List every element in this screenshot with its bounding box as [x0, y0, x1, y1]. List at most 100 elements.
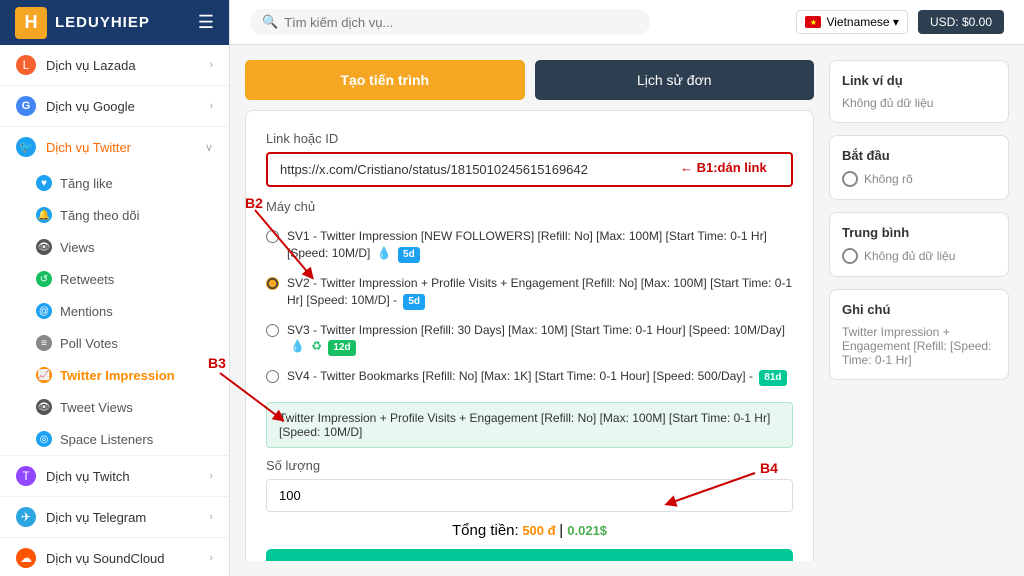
server-text-sv1: SV1 - Twitter Impression [NEW FOLLOWERS]…	[287, 228, 793, 263]
sub-item-poll-votes[interactable]: ≡ Poll Votes	[0, 327, 229, 359]
start-sub: Không rõ	[864, 172, 913, 186]
submit-button[interactable]: Tạo tiến trình	[266, 549, 793, 561]
link-example-sub: Không đủ dữ liệu	[842, 96, 996, 110]
note-card: Ghi chú Twitter Impression + Engagement …	[829, 289, 1009, 380]
space-icon: ◎	[36, 431, 52, 447]
sidebar-section-twitch: T Dịch vụ Twitch ›	[0, 456, 229, 497]
note-title: Ghi chú	[842, 302, 996, 317]
sidebar-label-soundcloud: Dịch vụ SoundCloud	[46, 551, 165, 566]
qty-input[interactable]	[266, 479, 793, 512]
server-option-sv3[interactable]: SV3 - Twitter Impression [Refill: 30 Day…	[266, 316, 793, 363]
main-content: 🔍 ★ Vietnamese ▾ USD: $0.00 Tạo tiến trì…	[230, 0, 1024, 576]
language-button[interactable]: ★ Vietnamese ▾	[796, 10, 908, 34]
server-option-sv1[interactable]: SV1 - Twitter Impression [NEW FOLLOWERS]…	[266, 222, 793, 269]
server-label: Máy chủ	[266, 199, 793, 214]
sub-label-tang-like: Tăng like	[60, 176, 113, 191]
total-usd: 0.021$	[567, 523, 607, 538]
server-radio-sv4[interactable]	[266, 370, 279, 383]
hamburger-menu[interactable]: ☰	[198, 12, 214, 33]
sidebar-label-lazada: Dịch vụ Lazada	[46, 58, 136, 73]
server-option-sv4[interactable]: SV4 - Twitter Bookmarks [Refill: No] [Ma…	[266, 362, 793, 392]
history-button[interactable]: Lịch sử đơn	[535, 60, 815, 100]
language-label: Vietnamese ▾	[826, 15, 899, 29]
total-vnd: 500 đ	[522, 523, 555, 538]
badge-sv1: 5d	[398, 247, 420, 263]
telegram-icon: ✈	[16, 507, 36, 527]
content-area: Tạo tiến trình Lịch sử đơn Link hoặc ID …	[230, 45, 1024, 576]
sidebar-header: H LEDUYHIEP ☰	[0, 0, 229, 45]
sub-item-tweet-views[interactable]: 👁 Tweet Views	[0, 391, 229, 423]
twitter-submenu: ♥ Tăng like 🔔 Tăng theo dõi 👁 Views ↺ Re…	[0, 167, 229, 455]
sub-item-views[interactable]: 👁 Views	[0, 231, 229, 263]
sidebar-label-google: Dịch vụ Google	[46, 99, 135, 114]
sidebar-label-telegram: Dịch vụ Telegram	[46, 510, 146, 525]
note-sub: Twitter Impression + Engagement [Refill:…	[842, 325, 996, 367]
sub-item-tang-theo-doi[interactable]: 🔔 Tăng theo dõi	[0, 199, 229, 231]
eye-icon: 👁	[36, 239, 52, 255]
action-bar: Tạo tiến trình Lịch sử đơn	[245, 60, 814, 100]
sidebar-label-twitch: Dịch vụ Twitch	[46, 469, 130, 484]
sidebar-section-google: G Dịch vụ Google ›	[0, 86, 229, 127]
sub-item-space-listeners[interactable]: ◎ Space Listeners	[0, 423, 229, 455]
server-text-sv4: SV4 - Twitter Bookmarks [Refill: No] [Ma…	[287, 368, 787, 386]
topnav: 🔍 ★ Vietnamese ▾ USD: $0.00	[230, 0, 1024, 45]
sub-item-tang-like[interactable]: ♥ Tăng like	[0, 167, 229, 199]
sidebar-item-telegram[interactable]: ✈ Dịch vụ Telegram ›	[0, 497, 229, 537]
sub-label-space-listeners: Space Listeners	[60, 432, 153, 447]
link-input-container	[266, 152, 793, 187]
description-box: Twitter Impression + Profile Visits + En…	[266, 402, 793, 448]
drop-icon-sv1: 💧	[377, 246, 392, 260]
mention-icon: @	[36, 303, 52, 319]
sub-item-twitter-impression[interactable]: 📈 Twitter Impression	[0, 359, 229, 391]
clock-icon-average	[842, 248, 858, 264]
server-option-sv2[interactable]: SV2 - Twitter Impression + Profile Visit…	[266, 269, 793, 316]
sidebar-item-google[interactable]: G Dịch vụ Google ›	[0, 86, 229, 126]
badge-sv4: 81d	[759, 370, 786, 386]
link-example-title: Link ví dụ	[842, 73, 996, 88]
chevron-icon-google: ›	[209, 100, 213, 112]
average-card: Trung bình Không đủ dữ liệu	[829, 212, 1009, 277]
average-title: Trung bình	[842, 225, 996, 240]
soundcloud-icon: ☁	[16, 548, 36, 568]
drop-icon-sv3: 💧	[290, 339, 305, 353]
sub-label-tweet-views: Tweet Views	[60, 400, 133, 415]
sub-label-retweets: Retweets	[60, 272, 114, 287]
sidebar-item-lazada[interactable]: L Dịch vụ Lazada ›	[0, 45, 229, 85]
start-title: Bắt đầu	[842, 148, 996, 163]
search-input[interactable]	[284, 15, 638, 30]
sidebar-item-twitch[interactable]: T Dịch vụ Twitch ›	[0, 456, 229, 496]
recycle-icon-sv3: ♻	[311, 339, 322, 353]
lazada-icon: L	[16, 55, 36, 75]
link-input[interactable]	[266, 152, 793, 187]
balance-button[interactable]: USD: $0.00	[918, 10, 1004, 34]
sidebar-section-lazada: L Dịch vụ Lazada ›	[0, 45, 229, 86]
chevron-icon-lazada: ›	[209, 59, 213, 71]
badge-sv2: 5d	[403, 294, 425, 310]
sub-item-mentions[interactable]: @ Mentions	[0, 295, 229, 327]
link-label: Link hoặc ID	[266, 131, 793, 146]
twitch-icon: T	[16, 466, 36, 486]
sub-item-retweets[interactable]: ↺ Retweets	[0, 263, 229, 295]
total-label: Tổng tiền:	[452, 522, 519, 539]
chevron-icon-twitter: ∨	[205, 141, 213, 154]
search-area: 🔍	[250, 9, 650, 35]
sub-label-tang-theo-doi: Tăng theo dõi	[60, 208, 140, 223]
retweet-icon: ↺	[36, 271, 52, 287]
sidebar-section-twitter: 🐦 Dịch vụ Twitter ∨ ♥ Tăng like 🔔 Tăng t…	[0, 127, 229, 456]
server-radio-sv2[interactable]	[266, 277, 279, 290]
logo-text: LEDUYHIEP	[55, 14, 150, 31]
impression-icon: 📈	[36, 367, 52, 383]
like-icon: ♥	[36, 175, 52, 191]
sub-label-mentions: Mentions	[60, 304, 113, 319]
server-radio-sv1[interactable]	[266, 230, 279, 243]
bell-icon: 🔔	[36, 207, 52, 223]
sub-label-views: Views	[60, 240, 94, 255]
server-radio-sv3[interactable]	[266, 324, 279, 337]
chevron-icon-twitch: ›	[209, 470, 213, 482]
sub-label-poll-votes: Poll Votes	[60, 336, 118, 351]
create-button-top[interactable]: Tạo tiến trình	[245, 60, 525, 100]
sidebar-item-soundcloud[interactable]: ☁ Dịch vụ SoundCloud ›	[0, 538, 229, 576]
sidebar-item-twitter[interactable]: 🐦 Dịch vụ Twitter ∨	[0, 127, 229, 167]
sidebar-section-telegram: ✈ Dịch vụ Telegram ›	[0, 497, 229, 538]
sub-label-twitter-impression: Twitter Impression	[60, 368, 175, 383]
